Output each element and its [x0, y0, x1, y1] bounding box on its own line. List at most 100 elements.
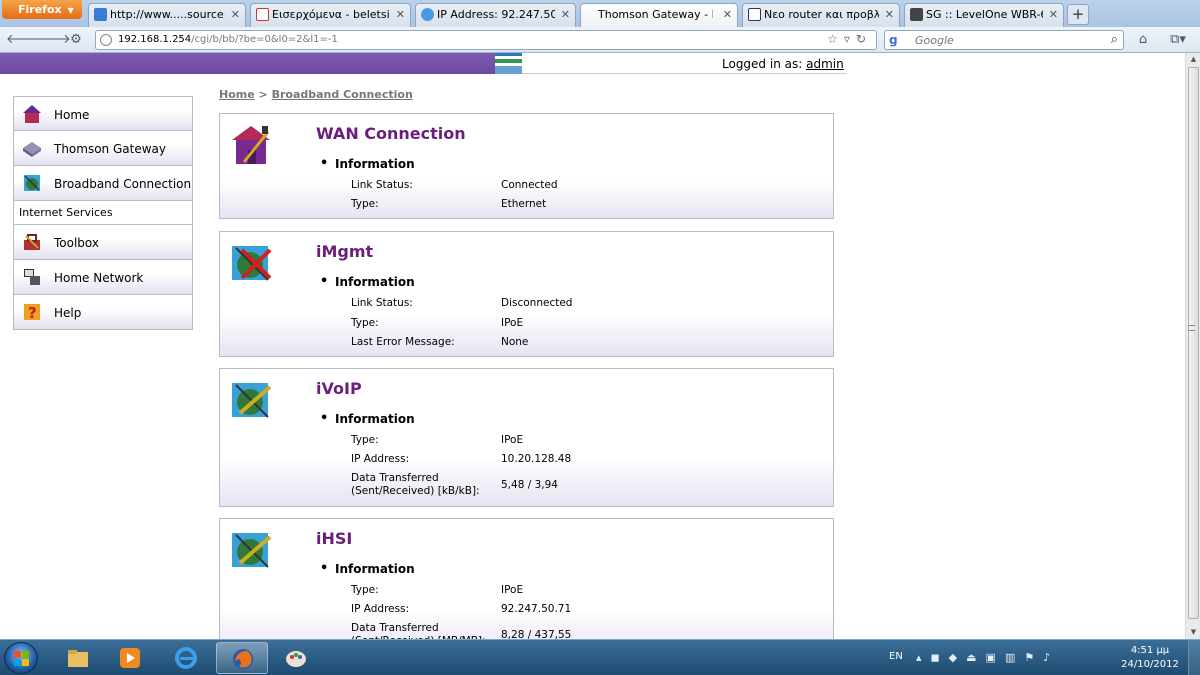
info-key: Link Status: — [351, 179, 413, 191]
sidebar-item-help[interactable]: ? Help — [13, 295, 193, 330]
page-viewport: Logged in as: admin Home Thomson Gateway… — [0, 53, 1185, 639]
google-search-engine-icon[interactable]: g — [889, 33, 898, 47]
globe-icon — [24, 175, 40, 191]
antivirus-icon[interactable]: ◆ — [949, 651, 966, 664]
close-icon[interactable]: ✕ — [1049, 8, 1058, 21]
login-status: Logged in as: admin — [722, 57, 844, 71]
taskbar-media-player[interactable] — [104, 642, 156, 674]
taskbar-firefox[interactable] — [216, 642, 268, 674]
sidebar-item-label: Home — [54, 108, 90, 122]
close-icon[interactable]: ✕ — [885, 8, 894, 21]
tab-label: IP Address: 92.247.50.71 — [437, 8, 555, 21]
sidebar-item-label: Home Network — [54, 271, 144, 285]
breadcrumb: Home > Broadband Connection — [219, 88, 413, 101]
url-host: 192.168.1.254 — [118, 34, 192, 45]
close-icon[interactable]: ✕ — [561, 8, 570, 21]
ihsi-panel: iHSI Information Type: IPoE IP Address: 92… — [219, 518, 834, 639]
wan-connection-panel: WAN Connection Information Link Status: C… — [219, 113, 834, 219]
scroll-up-icon[interactable]: ▲ — [1186, 53, 1200, 66]
back-arrow-icon[interactable]: 🡐 — [6, 31, 41, 49]
tray-expand-icon[interactable]: ▴ — [916, 651, 931, 664]
connected-globe-icon — [232, 383, 272, 418]
sidebar-item-home[interactable]: Home — [13, 96, 193, 131]
tab-4-active[interactable]: Thomson Gateway - Bro... ✕ — [580, 3, 738, 27]
url-path: /cgi/b/bb/?be=0&l0=2&l1=-1 — [191, 34, 338, 45]
network-icon — [24, 269, 40, 285]
dropdown-icon[interactable]: ▿ — [844, 32, 856, 46]
nvidia-icon[interactable]: ◼ — [931, 651, 949, 664]
sidebar-item-broadband-connection[interactable]: Broadband Connection — [13, 166, 193, 201]
toolbox-icon — [24, 234, 40, 250]
url-bar[interactable]: 192.168.1.254/cgi/b/bb/?be=0&l0=2&l1=-1 … — [95, 30, 877, 50]
firefox-menu-button[interactable]: Firefox ▼ — [2, 0, 82, 19]
safely-remove-icon[interactable]: ⏏ — [966, 651, 985, 664]
tab-2[interactable]: Εισερχόμενα - beletsiotis.... ✕ — [250, 3, 411, 27]
clock-date: 24/10/2012 — [1121, 659, 1179, 670]
panel-section-heading: Information — [320, 411, 415, 426]
new-tab-button[interactable]: + — [1067, 4, 1089, 25]
tab-5[interactable]: Νεο router και προβλημ... ✕ — [742, 3, 900, 27]
info-key: IP Address: — [351, 603, 410, 615]
info-key: Type: — [351, 584, 379, 596]
scroll-grip-icon — [1188, 325, 1195, 331]
identity-icon[interactable]: ⚙ — [66, 31, 86, 49]
start-button[interactable] — [4, 642, 38, 674]
tab-label: SG :: LevelOne WBR-6005... — [926, 8, 1043, 21]
breadcrumb-current-link[interactable]: Broadband Connection — [272, 88, 413, 101]
bookmark-star-icon[interactable]: ☆ — [827, 32, 844, 46]
vertical-scrollbar[interactable]: ▲ ▼ — [1185, 53, 1200, 639]
search-icon[interactable]: ⌕ — [1111, 32, 1118, 47]
taskbar-paint[interactable] — [270, 642, 322, 674]
close-icon[interactable]: ✕ — [723, 8, 732, 21]
scrollbar-thumb[interactable] — [1188, 67, 1199, 619]
info-key: Type: — [351, 434, 379, 446]
sidebar-item-home-network[interactable]: Home Network — [13, 260, 193, 295]
login-label: Logged in as: — [722, 57, 803, 71]
sidebar-item-label: Toolbox — [54, 236, 99, 250]
show-desktop-button[interactable] — [1188, 640, 1200, 675]
tab-strip: Firefox ▼ http://www.....source=iglk ✕ Εισ… — [0, 0, 1200, 27]
clock-time: 4:51 μμ — [1130, 645, 1170, 656]
info-key: IP Address: — [351, 453, 410, 465]
forward-arrow-icon[interactable]: 🡒 — [36, 31, 71, 49]
sidebar-item-thomson-gateway[interactable]: Thomson Gateway — [13, 131, 193, 166]
search-input[interactable]: g Google ⌕ — [884, 30, 1124, 50]
taskbar-internet-explorer[interactable] — [160, 642, 212, 674]
breadcrumb-home-link[interactable]: Home — [219, 88, 255, 101]
info-value: 5,48 / 3,94 — [501, 479, 558, 491]
info-value: None — [501, 336, 529, 348]
info-value: 10.20.128.48 — [501, 453, 572, 465]
reload-icon[interactable]: ↻ — [856, 32, 872, 46]
header-band — [0, 53, 495, 74]
language-indicator[interactable]: EN — [889, 651, 903, 662]
wan-house-icon — [232, 126, 270, 164]
close-icon[interactable]: ✕ — [396, 8, 405, 21]
connected-globe-icon — [232, 533, 272, 568]
breadcrumb-separator: > — [258, 88, 268, 101]
info-key: Data Transferred (Sent/Received) [MB/MB]… — [351, 622, 486, 639]
close-icon[interactable]: ✕ — [231, 8, 240, 21]
panel-section-heading: Information — [320, 561, 415, 576]
sidebar-subitem-internet-services[interactable]: Internet Services — [13, 201, 193, 225]
home-icon[interactable]: ⌂ — [1133, 31, 1153, 49]
taskbar-explorer[interactable] — [52, 642, 104, 674]
tab-label: Thomson Gateway - Bro... — [598, 8, 713, 21]
tab-1[interactable]: http://www.....source=iglk ✕ — [88, 3, 246, 27]
sidebar-item-toolbox[interactable]: Toolbox — [13, 225, 193, 260]
network-status-icon[interactable]: ▥ — [1005, 651, 1024, 664]
folder-icon — [68, 650, 88, 667]
monitor-icon[interactable]: ▣ — [986, 651, 1005, 664]
clock[interactable]: 4:51 μμ 24/10/2012 — [1120, 644, 1180, 672]
sidebar-item-label: Broadband Connection — [54, 177, 192, 191]
action-center-icon[interactable]: ⚑ — [1024, 651, 1043, 664]
tab-6[interactable]: SG :: LevelOne WBR-6005... ✕ — [904, 3, 1064, 27]
info-value: 8,28 / 437,55 — [501, 629, 572, 639]
side-menu: Home Thomson Gateway Broadband Connectio… — [13, 96, 193, 330]
scroll-down-icon[interactable]: ▼ — [1186, 626, 1200, 639]
info-key: Type: — [351, 317, 379, 329]
tab-3[interactable]: IP Address: 92.247.50.71 ✕ — [415, 3, 576, 27]
login-user-link[interactable]: admin — [806, 57, 844, 71]
navigation-bar: 🡐 🡒 ⚙ 192.168.1.254/cgi/b/bb/?be=0&l0=2&… — [0, 27, 1200, 53]
addon-bar-icon[interactable]: ⧉▾ — [1163, 31, 1193, 49]
volume-icon[interactable]: ♪ — [1043, 651, 1059, 664]
